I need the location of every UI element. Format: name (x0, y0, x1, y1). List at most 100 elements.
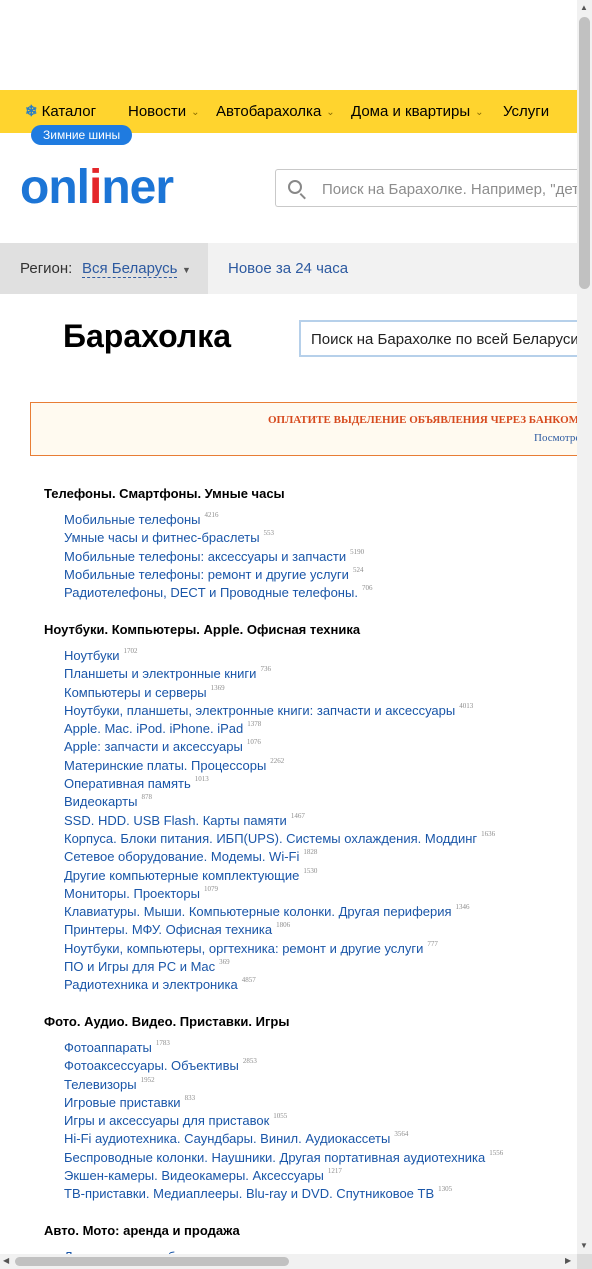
scroll-left-arrow-icon[interactable]: ◀ (3, 1256, 9, 1265)
logo-text: ner (101, 161, 174, 214)
list-item: Ноутбуки, компьютеры, оргтехника: ремонт… (64, 935, 495, 956)
header-search-input[interactable] (320, 170, 585, 206)
nav-item-label: Каталог (41, 103, 97, 120)
list-item: Игры и аксессуары для приставок 1055 (64, 1107, 503, 1128)
item-count: 706 (361, 584, 373, 593)
vertical-scrollbar[interactable]: ▲ ▼ (577, 0, 592, 1254)
item-count: 1556 (489, 1148, 504, 1157)
item-count: 1467 (290, 811, 305, 820)
subcategory-link[interactable]: ТВ-приставки. Медиаплееры. Blu-ray и DVD… (64, 1186, 434, 1201)
item-count: 524 (352, 565, 364, 574)
item-count: 4216 (204, 511, 219, 519)
notice-banner: ОПЛАТИТЕ ВЫДЕЛЕНИЕ ОБЪЯВЛЕНИЯ ЧЕРЕЗ БАНК… (30, 402, 592, 456)
item-count: 5190 (350, 547, 365, 556)
list-item: Мобильные телефоны: ремонт и другие услу… (64, 561, 372, 582)
item-count: 1530 (303, 866, 318, 875)
region-label: Регион: (20, 260, 73, 277)
chevron-down-icon: ⌄ (191, 107, 200, 118)
item-count: 736 (260, 665, 271, 674)
list-item: Принтеры. МФУ. Офисная техника 1806 (64, 916, 495, 937)
header-search (275, 169, 585, 207)
item-count: 1076 (246, 738, 261, 747)
scroll-right-arrow-icon[interactable]: ▶ (565, 1256, 571, 1265)
subcategory-list: Мобильные телефоны 4216 Умные часы и фитне… (44, 506, 373, 600)
list-item: Hi-Fi аудиотехника. Саундбары. Винил. Ау… (64, 1125, 503, 1146)
list-item: Планшеты и электронные книги 736 (64, 660, 495, 681)
onliner-logo[interactable]: onliner (20, 161, 174, 214)
list-item: Компьютеры и серверы 1369 (64, 679, 495, 700)
nav-item-label: Дома и квартиры (351, 103, 471, 120)
item-count: 553 (263, 529, 275, 538)
item-count: 2262 (270, 756, 285, 765)
list-item: Радиотехника и электроника 4857 (64, 971, 495, 992)
list-item: Клавиатуры. Мыши. Компьютерные колонки. … (64, 898, 495, 919)
category-section: Ноутбуки. Компьютеры. Apple. Офисная тех… (44, 622, 495, 992)
vertical-scrollbar-thumb[interactable] (579, 17, 590, 289)
list-item: Ноутбуки 1702 (64, 642, 495, 663)
item-count: 369 (219, 958, 230, 967)
baraholka-search-input[interactable] (309, 322, 587, 355)
item-count: 1079 (203, 884, 218, 893)
nav-item-news[interactable]: Новости ⌄ (128, 90, 199, 133)
search-icon[interactable] (288, 180, 302, 194)
baraholka-search (299, 320, 589, 357)
nav-item-realty[interactable]: Дома и квартиры ⌄ (351, 90, 484, 133)
list-item: Другие компьютерные комплектующие 1530 (64, 862, 495, 883)
list-item: Видеокарты 878 (64, 788, 495, 809)
region-dropdown[interactable]: Вся Беларусь (82, 260, 178, 278)
list-item: Фотоаксессуары. Объективы 2853 (64, 1052, 503, 1073)
nav-item-label: Автобарахолка (216, 103, 322, 120)
list-item: Умные часы и фитнес-браслеты 553 (64, 524, 372, 545)
subcategory-link[interactable]: Радиотелефоны, DECT и Проводные телефоны… (64, 585, 358, 600)
logo-text: onl (20, 161, 90, 214)
item-count: 1702 (123, 647, 138, 655)
promo-pill-winter-tires[interactable]: Зимние шины (31, 125, 133, 145)
top-banner-area (0, 0, 577, 90)
item-count: 1217 (327, 1167, 342, 1176)
item-count: 777 (427, 939, 438, 948)
item-count: 4013 (459, 701, 474, 710)
page-title: Барахолка (63, 318, 232, 354)
region-bar: Регион: Вся Беларусь ▼ Новое за 24 часа (0, 243, 577, 294)
subcategory-list: Ноутбуки 1702 Планшеты и электронные книги… (44, 642, 495, 992)
nav-item-services[interactable]: Услуги (503, 90, 549, 133)
notice-link[interactable]: Посмотре (534, 432, 580, 444)
subcategory-list: Фотоаппараты 1783 Фотоаксессуары. Объектив… (44, 1034, 504, 1201)
horizontal-scrollbar[interactable]: ◀ ▶ (0, 1254, 577, 1269)
item-count: 3564 (394, 1130, 409, 1139)
item-count: 2853 (242, 1057, 257, 1066)
item-count: 4857 (241, 976, 256, 985)
item-count: 1369 (210, 683, 225, 692)
scroll-down-arrow-icon[interactable]: ▼ (580, 1241, 588, 1250)
list-item: ТВ-приставки. Медиаплееры. Blu-ray и DVD… (64, 1180, 503, 1201)
category-title: Телефоны. Смартфоны. Умные часы (44, 486, 285, 501)
category-title: Фото. Аудио. Видео. Приставки. Игры (44, 1014, 290, 1029)
new-24h-link[interactable]: Новое за 24 часа (228, 260, 348, 277)
category-section: Телефоны. Смартфоны. Умные часы Мобильные… (44, 486, 373, 600)
list-item: Корпуса. Блоки питания. ИБП(UPS). Систем… (64, 825, 495, 846)
scroll-up-arrow-icon[interactable]: ▲ (580, 3, 588, 12)
scrollbar-corner (577, 1254, 592, 1269)
nav-item-auto[interactable]: Автобарахолка ⌄ (216, 90, 335, 133)
notice-text: ОПЛАТИТЕ ВЫДЕЛЕНИЕ ОБЪЯВЛЕНИЯ ЧЕРЕЗ БАНК… (268, 414, 580, 426)
item-count: 1013 (194, 775, 209, 784)
caret-down-icon[interactable]: ▼ (182, 265, 191, 275)
item-count: 1952 (140, 1075, 155, 1084)
horizontal-scrollbar-thumb[interactable] (15, 1257, 289, 1266)
list-item: Мобильные телефоны 4216 (64, 506, 372, 527)
list-item: Телевизоры 1952 (64, 1071, 503, 1092)
region-selector: Регион: Вся Беларусь ▼ (0, 243, 208, 294)
list-item: Сетевое оборудование. Модемы. Wi-Fi 1828 (64, 843, 495, 864)
chevron-down-icon: ⌄ (326, 107, 335, 118)
category-title: Авто. Мото: аренда и продажа (44, 1223, 240, 1238)
item-count: 1828 (303, 848, 318, 857)
logo-text-accent: i (88, 161, 102, 214)
item-count: 878 (141, 793, 152, 802)
chevron-down-icon: ⌄ (475, 107, 484, 118)
list-item: Игровые приставки 833 (64, 1089, 503, 1110)
item-count: 1378 (247, 720, 262, 729)
category-section: Фото. Аудио. Видео. Приставки. Игры Фотоа… (44, 1014, 504, 1201)
subcategory-link[interactable]: Радиотехника и электроника (64, 977, 238, 992)
nav-item-label: Услуги (503, 103, 550, 120)
list-item: Apple: запчасти и аксессуары 1076 (64, 733, 495, 754)
